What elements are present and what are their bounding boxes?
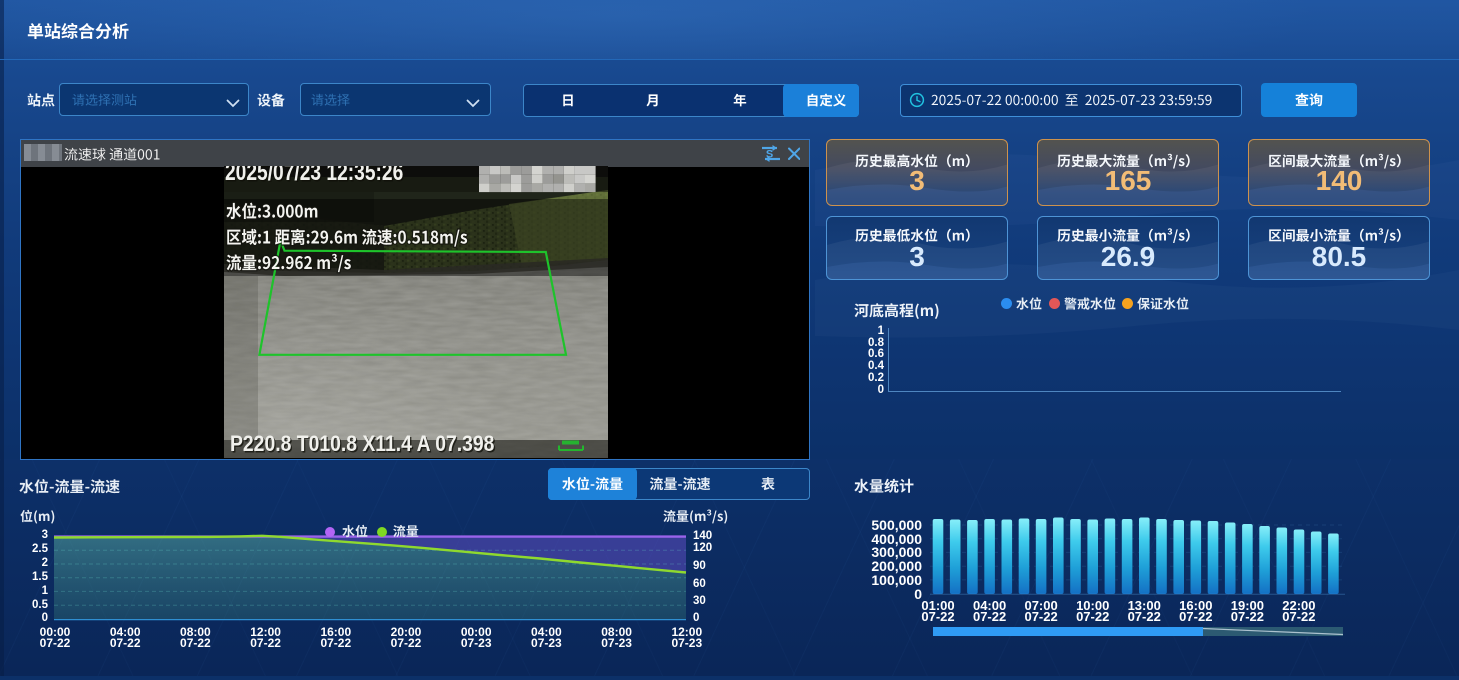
svg-text:S: S	[766, 149, 773, 161]
